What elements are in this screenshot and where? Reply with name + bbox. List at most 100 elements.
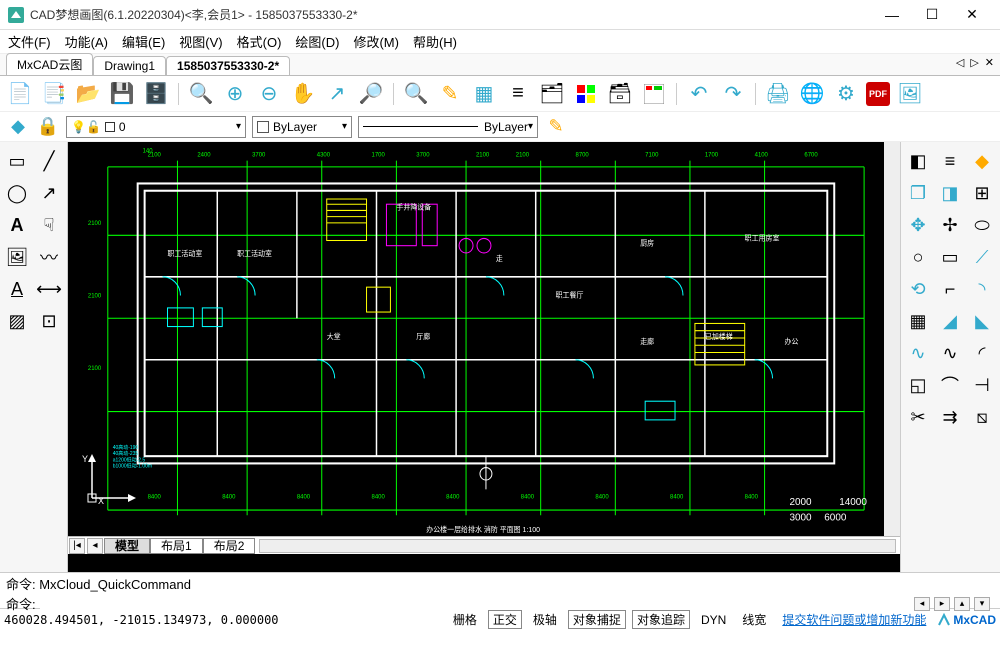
layout1-tab[interactable]: 布局1 <box>150 538 203 554</box>
cmd-left-icon[interactable]: ◂ <box>914 597 930 611</box>
tab-cloud[interactable]: MxCAD云图 <box>6 53 93 75</box>
corner-icon[interactable]: ⌐ <box>935 274 965 304</box>
highlight-button[interactable]: ✎ <box>436 80 464 108</box>
move2-icon[interactable]: ✢ <box>935 210 965 240</box>
cmd-down-icon[interactable]: ▾ <box>974 597 990 611</box>
new-cad-button[interactable]: 📑 <box>40 80 68 108</box>
layer-props-icon[interactable]: ◧ <box>903 146 933 176</box>
zoom-in-button[interactable]: ⊕ <box>221 80 249 108</box>
web-button[interactable]: 🌐 <box>798 80 826 108</box>
horizontal-scrollbar[interactable] <box>259 539 896 553</box>
box3d-icon[interactable]: ❐ <box>903 178 933 208</box>
layer-state-icon[interactable]: 🔒 <box>36 115 60 139</box>
status-brand[interactable]: MxCAD <box>937 613 996 627</box>
status-grid[interactable]: 栅格 <box>448 610 482 629</box>
save-button[interactable]: 💾 <box>108 80 136 108</box>
linetype-edit-icon[interactable]: ✎ <box>544 115 568 139</box>
circle-tool[interactable]: ◯ <box>2 178 32 208</box>
menu-modify[interactable]: 修改(M) <box>353 32 399 51</box>
print-button[interactable]: 🖨 <box>764 80 792 108</box>
polyline-tool[interactable]: 〰 <box>34 242 64 272</box>
arc-fit-icon[interactable]: ◜ <box>967 338 997 368</box>
cube-icon[interactable]: ◨ <box>935 178 965 208</box>
color-dropdown[interactable]: ByLayer ▾ <box>252 116 352 138</box>
saveas-button[interactable]: 🗄️ <box>142 80 170 108</box>
mirror-icon[interactable]: ◢ <box>935 306 965 336</box>
palette-button[interactable]: 🗂 <box>538 80 566 108</box>
triangle-icon[interactable]: ◣ <box>967 306 997 336</box>
cmd-up-icon[interactable]: ▴ <box>954 597 970 611</box>
drawing-canvas[interactable]: 210024003700 430017003700 210021008700 7… <box>68 142 884 536</box>
menu-view[interactable]: 视图(V) <box>179 32 222 51</box>
picture-tool[interactable]: 🖼 <box>2 242 32 272</box>
undo-button[interactable]: ↶ <box>685 80 713 108</box>
close-button[interactable]: ✕ <box>952 1 992 29</box>
arc-icon[interactable]: ⌒ <box>935 370 965 400</box>
text-tool[interactable]: A <box>2 210 32 240</box>
minimize-button[interactable]: — <box>872 1 912 29</box>
line-tool[interactable]: ╱ <box>34 146 64 176</box>
status-polar[interactable]: 极轴 <box>528 610 562 629</box>
status-dyn[interactable]: DYN <box>696 612 731 628</box>
linetype-dropdown[interactable]: ByLayer ▾ <box>358 116 538 138</box>
linetype-icon[interactable]: ≡ <box>935 146 965 176</box>
scale-icon[interactable]: ◱ <box>903 370 933 400</box>
model-tab[interactable]: 模型 <box>104 538 150 554</box>
command-input[interactable] <box>40 596 914 611</box>
status-feedback-link[interactable]: 提交软件问题或增加新功能 <box>777 610 931 629</box>
extend-icon[interactable]: ⊣ <box>967 370 997 400</box>
grid4-icon[interactable]: ▦ <box>903 306 933 336</box>
hand-tool[interactable]: ☟ <box>34 210 64 240</box>
menu-help[interactable]: 帮助(H) <box>413 32 457 51</box>
rect-tool[interactable]: ▭ <box>2 146 32 176</box>
settings-button[interactable]: ⚙ <box>832 80 860 108</box>
underline-tool[interactable]: A <box>2 274 32 304</box>
zoom-prev-button[interactable]: 🔍 <box>402 80 430 108</box>
status-osnap[interactable]: 对象捕捉 <box>568 610 626 629</box>
status-otrack[interactable]: 对象追踪 <box>632 610 690 629</box>
layer-dropdown[interactable]: 💡🔓 0 ▾ <box>66 116 246 138</box>
pan-button[interactable]: ✋ <box>289 80 317 108</box>
ellipse-icon[interactable]: ⬭ <box>967 210 997 240</box>
hatch-tool[interactable]: ▨ <box>2 306 32 336</box>
move-icon[interactable]: ✥ <box>903 210 933 240</box>
layout2-tab[interactable]: 布局2 <box>203 538 256 554</box>
properties-button[interactable]: ▦ <box>470 80 498 108</box>
zoom-out-button[interactable]: ⊖ <box>255 80 283 108</box>
pdf-button[interactable]: PDF <box>866 82 890 106</box>
menu-edit[interactable]: 编辑(E) <box>122 32 165 51</box>
status-lwt[interactable]: 线宽 <box>737 610 771 629</box>
scroll-prev-icon[interactable]: ◂ <box>87 538 103 554</box>
arrow-tool[interactable]: ↗ <box>34 178 64 208</box>
array-icon[interactable]: ⊞ <box>967 178 997 208</box>
rectangle-icon[interactable]: ▭ <box>935 242 965 272</box>
spline2-icon[interactable]: ∿ <box>935 338 965 368</box>
erase-icon[interactable]: ◆ <box>967 146 997 176</box>
maximize-button[interactable]: ☐ <box>912 1 952 29</box>
layer-manager-icon[interactable]: ◆ <box>6 115 30 139</box>
status-ortho[interactable]: 正交 <box>488 610 522 629</box>
diag-icon[interactable]: ⟋ <box>967 242 997 272</box>
tab-close-icon[interactable]: ✕ <box>985 56 994 69</box>
zoom-all-button[interactable]: 🔎 <box>357 80 385 108</box>
cmd-right-icon[interactable]: ▸ <box>934 597 950 611</box>
menu-file[interactable]: 文件(F) <box>8 32 51 51</box>
offset-icon[interactable]: ⇉ <box>935 402 965 432</box>
rotate-icon[interactable]: ⟲ <box>903 274 933 304</box>
new-button[interactable]: 📄 <box>6 80 34 108</box>
menu-draw[interactable]: 绘图(D) <box>295 32 339 51</box>
trim-icon[interactable]: ✂ <box>903 402 933 432</box>
color-square-button[interactable] <box>572 80 600 108</box>
scroll-first-icon[interactable]: |◂ <box>69 538 85 554</box>
block-button[interactable]: 🗃 <box>606 80 634 108</box>
point-tool[interactable]: ⊡ <box>34 306 64 336</box>
menu-feature[interactable]: 功能(A) <box>65 32 108 51</box>
radius-icon[interactable]: ◝ <box>967 274 997 304</box>
tab-next-icon[interactable]: ▷ <box>970 56 978 69</box>
circle-icon[interactable]: ○ <box>903 242 933 272</box>
menu-format[interactable]: 格式(O) <box>237 32 282 51</box>
tab-drawing1[interactable]: Drawing1 <box>93 56 166 75</box>
spline-icon[interactable]: ∿ <box>903 338 933 368</box>
chamfer-icon[interactable]: ⧅ <box>967 402 997 432</box>
dim-tool[interactable]: ⟷ <box>34 274 64 304</box>
